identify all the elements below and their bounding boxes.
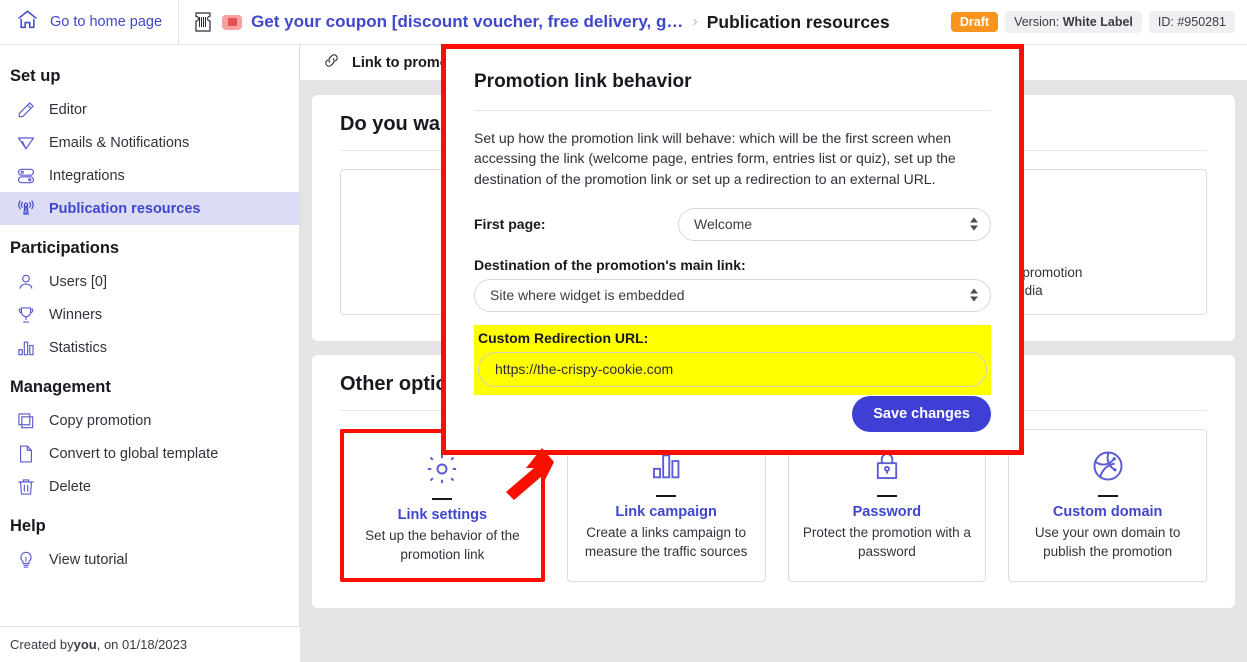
version-value: White Label (1062, 15, 1133, 29)
trash-icon (16, 477, 36, 497)
card-desc-line1: Protect the promotion with a (802, 525, 971, 541)
sidebar-item-convert-to-global-template[interactable]: Convert to global template (0, 437, 299, 470)
gear-icon (424, 449, 460, 489)
broadcast-icon (16, 199, 36, 219)
sidebar-item-users[interactable]: Users [0] (0, 265, 299, 298)
breadcrumb: Get your coupon [discount voucher, free … (179, 11, 951, 33)
user-icon (16, 272, 36, 292)
link-icon (322, 51, 341, 75)
top-bar: Go to home page Get your coupon [discoun… (0, 0, 1247, 45)
first-page-select-wrap: Welcome (678, 207, 991, 241)
modal-body: Promotion link behavior Set up how the p… (446, 49, 1019, 450)
sidebar-item-publication-resources[interactable]: Publication resources (0, 192, 299, 225)
sidebar-item-statistics[interactable]: Statistics (0, 331, 299, 364)
card-desc-line2: measure the traffic sources (584, 543, 748, 559)
integrations-icon (16, 166, 36, 186)
send-icon (16, 133, 36, 153)
annotation-arrow-icon (496, 448, 558, 505)
promotion-link-behavior-modal: Promotion link behavior Set up how the p… (441, 44, 1024, 455)
sidebar-item-label: Copy promotion (49, 412, 152, 429)
custom-redirection-highlight: Custom Redirection URL: (474, 324, 991, 395)
ticket-icon (193, 11, 213, 33)
first-page-select[interactable]: Welcome (678, 207, 991, 241)
sidebar-item-label: Integrations (49, 167, 125, 184)
sidebar-scroll: Set up Editor Emails & Notifications Int… (0, 45, 299, 625)
card-desc-line2: publish the promotion (1043, 543, 1173, 559)
coupon-emoji-icon (222, 14, 243, 30)
bar-chart-icon (16, 338, 36, 358)
created-by-user: you (73, 637, 97, 652)
bulb-icon (16, 550, 36, 570)
sidebar-item-label: Delete (49, 478, 91, 495)
card-title: Password (852, 504, 922, 521)
home-link[interactable]: Go to home page (0, 0, 180, 45)
first-page-row: First page: Welcome (474, 207, 991, 241)
card-desc-line2: promotion link (400, 546, 485, 562)
version-label: Version: (1014, 15, 1060, 29)
sidebar-item-label: Users [0] (49, 273, 108, 290)
breadcrumb-promotion-link[interactable]: Get your coupon [discount voucher, free … (251, 12, 683, 32)
save-changes-button[interactable]: Save changes (852, 396, 991, 432)
modal-footer: Save changes (446, 396, 1019, 450)
sidebar-item-label: Convert to global template (49, 445, 219, 462)
sidebar-item-emails-notifications[interactable]: Emails & Notifications (0, 126, 299, 159)
card-divider (1097, 495, 1118, 498)
file-icon (16, 444, 36, 464)
card-divider (656, 495, 677, 498)
card-title: Link campaign (615, 504, 717, 521)
sidebar-section-title-participations: Participations (10, 239, 120, 257)
sidebar-item-winners[interactable]: Winners (0, 298, 299, 331)
sidebar-item-view-tutorial[interactable]: View tutorial (0, 543, 299, 576)
destination-label: Destination of the promotion's main link… (474, 256, 746, 273)
card-desc-line1: Use your own domain to (1034, 525, 1181, 541)
home-icon (16, 8, 39, 36)
sidebar-section-title-help: Help (10, 517, 46, 535)
card-desc-line1: Set up the behavior of the (365, 528, 520, 544)
sidebar-item-integrations[interactable]: Integrations (0, 159, 299, 192)
sidebar-item-label: Statistics (49, 339, 108, 356)
custom-redirection-label: Custom Redirection URL: (478, 329, 649, 346)
globe-icon (1090, 446, 1126, 486)
sidebar-section-title-setup: Set up (10, 67, 61, 85)
first-page-label: First page: (474, 216, 546, 233)
card-divider (876, 495, 897, 498)
destination-row: Destination of the promotion's main link… (474, 257, 991, 312)
sidebar-footer: Created by you, on 01/18/2023 (0, 626, 300, 662)
sidebar-item-copy-promotion[interactable]: Copy promotion (0, 404, 299, 437)
card-desc-line1: Create a links campaign to (586, 525, 747, 541)
sidebar: Set up Editor Emails & Notifications Int… (0, 45, 300, 662)
sidebar-section-title-management: Management (10, 378, 111, 396)
destination-select[interactable]: Site where widget is embedded (474, 278, 991, 312)
modal-divider (474, 110, 991, 111)
sidebar-item-delete[interactable]: Delete (0, 470, 299, 503)
sidebar-item-label: Publication resources (49, 200, 201, 217)
sidebar-item-label: View tutorial (49, 551, 128, 568)
status-badge: Draft (950, 12, 999, 32)
card-divider (432, 498, 453, 501)
created-by-prefix: Created by (10, 637, 74, 652)
page-title: Publication resources (706, 11, 890, 32)
modal-title: Promotion link behavior (474, 71, 692, 92)
card-desc-line2: password (857, 543, 916, 559)
promotion-id-badge: ID: #950281 (1148, 11, 1235, 33)
version-badge: Version: White Label (1005, 11, 1142, 33)
created-by-date: , on 01/18/2023 (96, 637, 188, 652)
copy-icon (16, 411, 36, 431)
header-meta: Draft Version: White Label ID: #950281 (950, 11, 1247, 33)
custom-redirection-url-input[interactable] (478, 351, 987, 387)
card-title: Custom domain (1052, 504, 1163, 521)
card-custom-domain[interactable]: Custom domain Use your own domain to pub… (1008, 429, 1207, 582)
card-title: Link settings (397, 507, 488, 524)
sidebar-item-editor[interactable]: Editor (0, 93, 299, 126)
modal-description: Set up how the promotion link will behav… (474, 130, 956, 187)
sidebar-item-label: Emails & Notifications (49, 134, 190, 151)
pencil-icon (16, 100, 36, 120)
destination-select-wrap: Site where widget is embedded (474, 278, 991, 312)
trophy-icon (16, 305, 36, 325)
home-link-label: Go to home page (50, 14, 163, 30)
chevron-right-icon: › (692, 13, 698, 30)
sidebar-item-label: Winners (49, 306, 103, 323)
sidebar-item-label: Editor (49, 101, 87, 118)
